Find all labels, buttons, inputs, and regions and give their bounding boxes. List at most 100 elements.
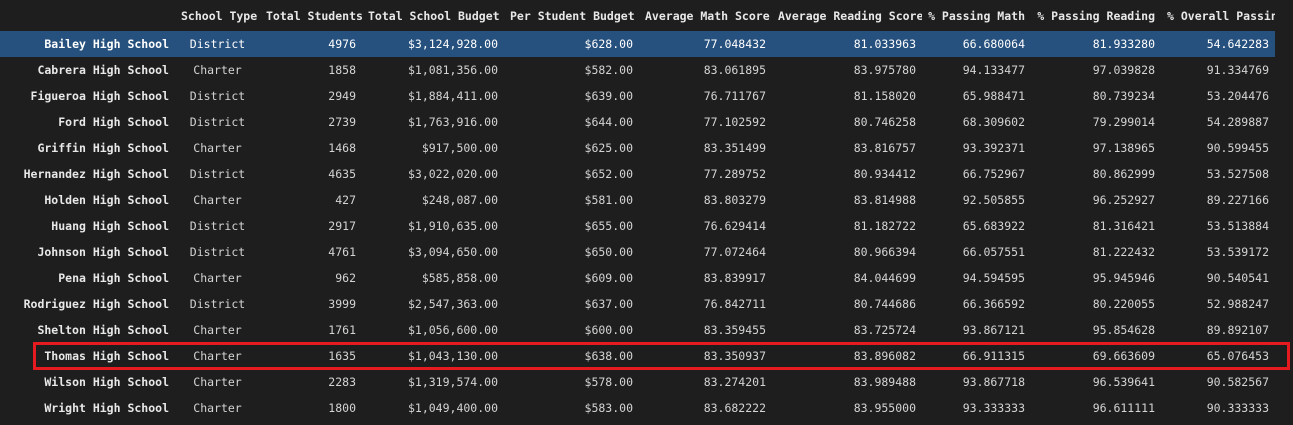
table-cell: $3,022,020.00 [407, 167, 498, 181]
table-row[interactable]: Cabrera High School Charter 1858 $1,081,356… [0, 57, 1275, 83]
table-body: Bailey High School District 4976 $3,124,928… [0, 31, 1275, 421]
table-cell: 81.222432 [1092, 245, 1155, 259]
table-row[interactable]: Hernandez High School District 4635 $3,022,… [0, 161, 1275, 187]
table-cell: $609.00 [584, 271, 633, 285]
table-row[interactable]: Figueroa High School District 2949 $1,884,4… [0, 83, 1275, 109]
table-cell: 81.033963 [772, 31, 922, 57]
table-cell: $578.00 [584, 375, 633, 389]
row-index-school-name: Wright High School [44, 401, 169, 415]
table-cell: 80.862999 [1092, 167, 1155, 181]
table-cell: 68.309602 [962, 115, 1025, 129]
table-cell: 53.204476 [1206, 89, 1269, 103]
table-cell: District [175, 31, 260, 57]
table-cell: 89.892107 [1206, 323, 1269, 337]
table-cell: 90.582567 [1206, 375, 1269, 389]
table-row[interactable]: Griffin High School Charter 1468 $917,500.0… [0, 135, 1275, 161]
table-cell: $625.00 [584, 141, 633, 155]
column-header[interactable]: % Overall Passing [1161, 0, 1275, 31]
table-cell: 2739 [328, 115, 356, 129]
table-cell: District [189, 219, 246, 233]
column-header[interactable]: Per Student Budget [504, 0, 639, 31]
table-cell: $581.00 [584, 193, 633, 207]
table-cell: 83.955000 [853, 401, 916, 415]
row-index-school-name: Johnson High School [37, 245, 169, 259]
table-cell: 83.061895 [703, 63, 766, 77]
column-header[interactable]: Total Students [260, 0, 362, 31]
table-cell: Charter [193, 323, 242, 337]
table-cell: 66.057551 [962, 245, 1025, 259]
table-row[interactable]: Johnson High School District 4761 $3,094,65… [0, 239, 1275, 265]
column-header[interactable]: % Passing Reading [1031, 0, 1161, 31]
table-cell: 83.896082 [853, 349, 916, 363]
table-cell: $248,087.00 [421, 193, 498, 207]
table-row[interactable]: Ford High School District 2739 $1,763,916.0… [0, 109, 1275, 135]
table-cell: $1,910,635.00 [407, 219, 498, 233]
table-row[interactable]: Wright High School Charter 1800 $1,049,400.… [0, 395, 1275, 421]
column-header[interactable]: School Type [175, 0, 260, 31]
table-row[interactable]: Holden High School Charter 427 $248,087.00 $… [0, 187, 1275, 213]
row-index-school-name: Bailey High School [0, 31, 175, 57]
table-cell: 77.048432 [639, 31, 772, 57]
column-header[interactable]: % Passing Math [922, 0, 1031, 31]
table-cell: Charter [193, 375, 242, 389]
table-cell: 97.039828 [1092, 63, 1155, 77]
table-cell: $650.00 [584, 245, 633, 259]
table-cell: District [189, 89, 246, 103]
table-row[interactable]: Wilson High School Charter 2283 $1,319,574.… [0, 369, 1275, 395]
table-cell: 96.539641 [1092, 375, 1155, 389]
table-cell: 76.711767 [703, 89, 766, 103]
table-cell: 94.594595 [962, 271, 1025, 285]
table-cell: 2917 [328, 219, 356, 233]
table-row[interactable]: Pena High School Charter 962 $585,858.00 $60… [0, 265, 1275, 291]
table-row[interactable]: Huang High School District 2917 $1,910,635.… [0, 213, 1275, 239]
table-cell: 90.333333 [1206, 401, 1269, 415]
table-cell: 79.299014 [1092, 115, 1155, 129]
column-header[interactable]: Average Math Score [639, 0, 772, 31]
table-cell: 81.158020 [853, 89, 916, 103]
table-cell: Charter [193, 271, 242, 285]
table-cell: 52.988247 [1206, 297, 1269, 311]
table-row[interactable]: Rodriguez High School District 3999 $2,547,… [0, 291, 1275, 317]
table-cell: Charter [193, 63, 242, 77]
table-cell: 1800 [328, 401, 356, 415]
table-row[interactable]: Thomas High School Charter 1635 $1,043,130.… [0, 343, 1275, 369]
table-cell: $1,319,574.00 [407, 375, 498, 389]
table-cell: 77.102592 [703, 115, 766, 129]
table-row[interactable]: Bailey High School District 4976 $3,124,928… [0, 31, 1275, 57]
table-cell: 95.945946 [1092, 271, 1155, 285]
table-cell: 83.725724 [853, 323, 916, 337]
table-cell: $628.00 [504, 31, 639, 57]
table-cell: Charter [193, 349, 242, 363]
table-row[interactable]: Shelton High School Charter 1761 $1,056,600… [0, 317, 1275, 343]
table-cell: 80.739234 [1092, 89, 1155, 103]
table-cell: $1,884,411.00 [407, 89, 498, 103]
column-header[interactable]: Total School Budget [362, 0, 504, 31]
table-cell: 76.842711 [703, 297, 766, 311]
row-index-school-name: Thomas High School [44, 349, 169, 363]
row-index-school-name: Shelton High School [37, 323, 169, 337]
table-cell: 65.683922 [962, 219, 1025, 233]
table-cell: 427 [335, 193, 356, 207]
table-cell: 77.289752 [703, 167, 766, 181]
table-cell: 83.351499 [703, 141, 766, 155]
table-cell: 81.933280 [1031, 31, 1161, 57]
table-cell: 80.966394 [853, 245, 916, 259]
table-cell: $637.00 [584, 297, 633, 311]
school-summary-table: School Type Total Students Total School … [0, 0, 1275, 421]
table-cell: 54.289887 [1206, 115, 1269, 129]
table-cell: 80.744686 [853, 297, 916, 311]
table-cell: Charter [193, 401, 242, 415]
table-cell: $655.00 [584, 219, 633, 233]
table-cell: $644.00 [584, 115, 633, 129]
table-cell: $1,056,600.00 [407, 323, 498, 337]
table-cell: $600.00 [584, 323, 633, 337]
table-cell: 1761 [328, 323, 356, 337]
table-cell: 4635 [328, 167, 356, 181]
table-cell: 80.220055 [1092, 297, 1155, 311]
row-index-school-name: Ford High School [58, 115, 169, 129]
column-header[interactable]: Average Reading Score [772, 0, 922, 31]
dataframe-output: School Type Total Students Total School … [0, 0, 1293, 421]
row-index-school-name: Figueroa High School [30, 89, 169, 103]
table-cell: $638.00 [584, 349, 633, 363]
table-cell: 84.044699 [853, 271, 916, 285]
